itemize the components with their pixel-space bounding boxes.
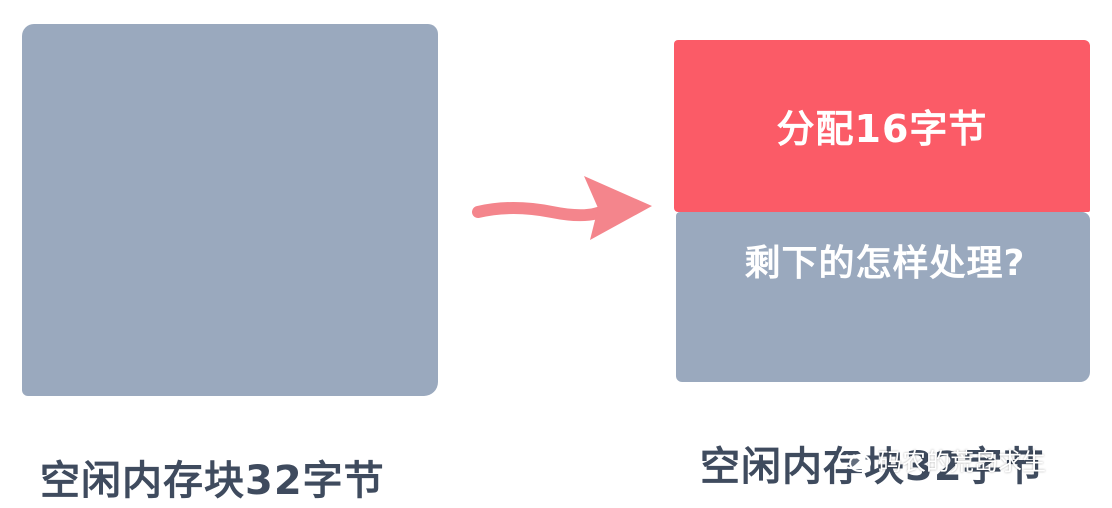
watermark: 码农的荒岛求生 [838,442,1046,477]
watermark-text: 码农的荒岛求生 [878,448,1046,476]
remaining-label: 剩下的怎样处理? [744,243,1026,284]
wechat-icon [838,446,871,472]
left-caption: 空闲内存块32字节 [40,458,385,504]
allocated-label: 分配16字节 [776,107,988,151]
arrow-right-icon [472,176,652,240]
free-memory-block [22,24,438,396]
